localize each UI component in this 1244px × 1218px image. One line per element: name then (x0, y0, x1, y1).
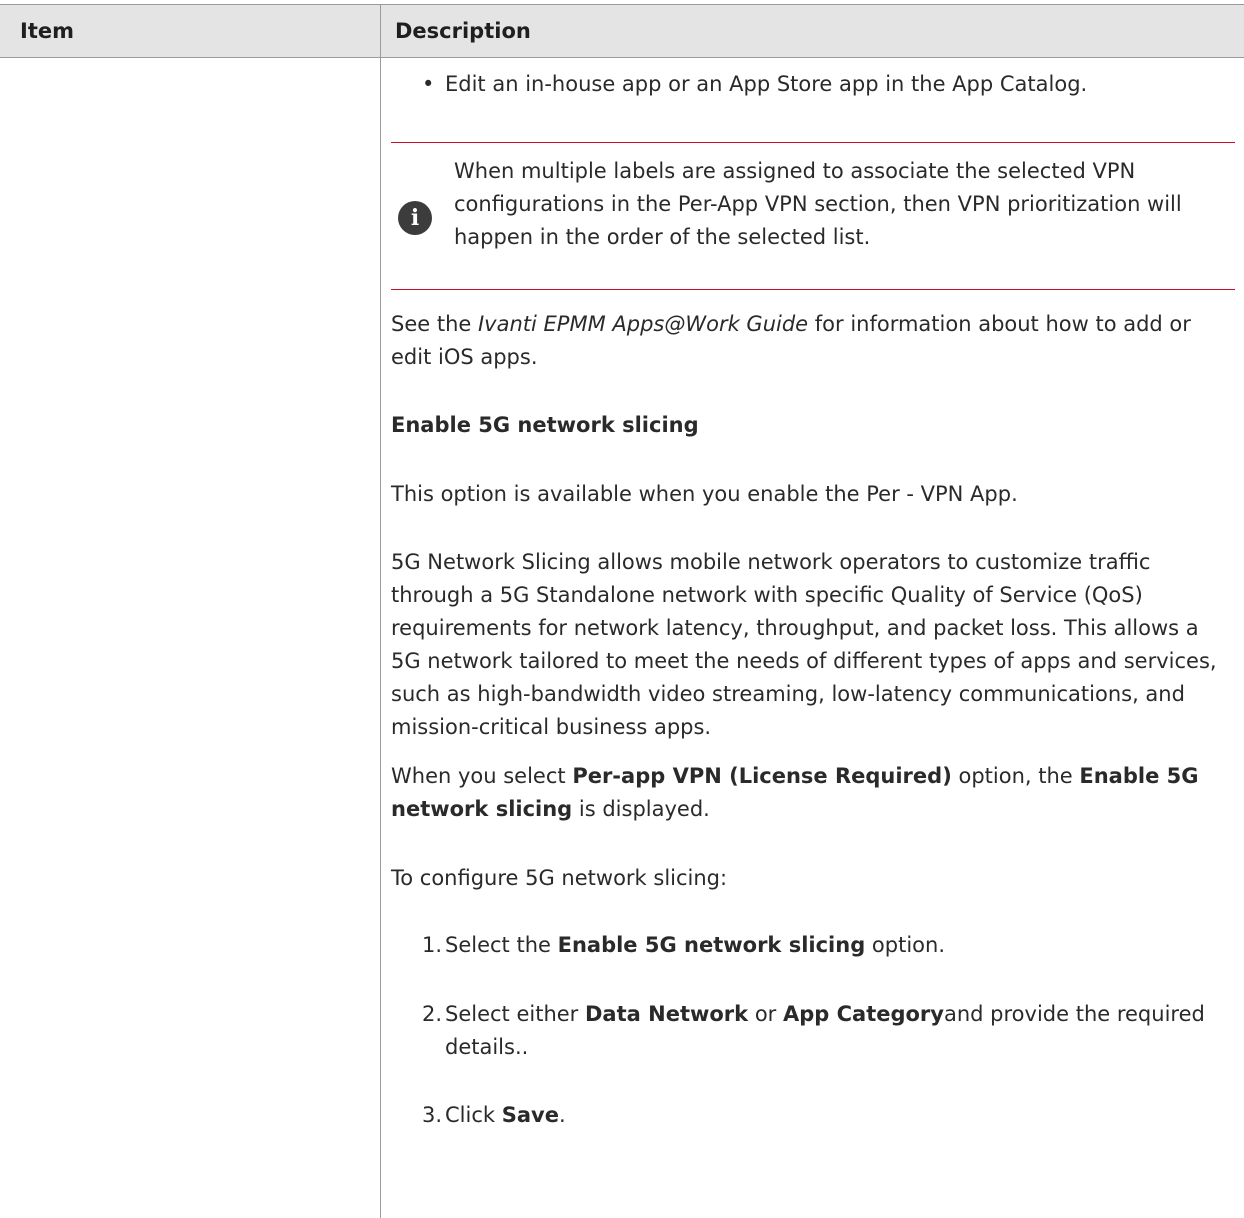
step-number: 3. (422, 1103, 443, 1127)
per-app-vpn-option: Per-app VPN (License Required) (572, 764, 952, 788)
see-guide-paragraph: See the Ivanti EPMM Apps@Work Guide for … (391, 308, 1231, 374)
step-prefix: Select either (445, 1002, 585, 1026)
table-header-row: Item Description (0, 4, 1244, 58)
step-number: 1. (422, 933, 443, 957)
step-suffix: option. (865, 933, 946, 957)
slicing-description-paragraph: 5G Network Slicing allows mobile network… (391, 550, 1217, 739)
availability-paragraph: This option is available when you enable… (391, 482, 1018, 506)
column-divider (380, 4, 381, 1218)
bullet-edit-app: Edit an in-house app or an App Store app… (445, 72, 1088, 96)
info-icon: i (398, 201, 432, 235)
step-number: 2. (422, 1002, 443, 1026)
section-heading: Enable 5G network slicing (391, 413, 699, 437)
step-suffix: . (558, 1103, 566, 1127)
when-select-prefix: When you select (391, 764, 573, 788)
when-select-middle: option, the (951, 764, 1080, 788)
step-item: Select the Enable 5G network slicing opt… (445, 929, 1225, 962)
step-bold: Data Network (585, 1002, 749, 1026)
step-middle: or (748, 1002, 783, 1026)
see-guide-prefix: See the (391, 312, 478, 336)
step-bold-2: App Category (782, 1002, 944, 1026)
step-prefix: Click (445, 1103, 502, 1127)
note-top-rule (391, 142, 1235, 143)
step-bold: Save (501, 1103, 559, 1127)
step-item: Select either Data Network or App Catego… (445, 998, 1225, 1064)
step-item: Click Save. (445, 1099, 1225, 1132)
header-description: Description (395, 19, 531, 43)
note-text: When multiple labels are assigned to ass… (454, 159, 1182, 249)
when-select-suffix: is displayed. (572, 797, 710, 821)
bullet-marker: • (422, 72, 435, 96)
guide-title: Ivanti EPMM Apps@Work Guide (477, 312, 809, 336)
note-bottom-rule (391, 289, 1235, 290)
step-prefix: Select the (445, 933, 558, 957)
header-item: Item (20, 19, 74, 43)
configure-intro: To configure 5G network slicing: (391, 866, 728, 890)
step-bold: Enable 5G network slicing (557, 933, 866, 957)
when-select-paragraph: When you select Per-app VPN (License Req… (391, 760, 1231, 826)
item-description-table: Item Description • Edit an in-house app … (0, 4, 1244, 1218)
